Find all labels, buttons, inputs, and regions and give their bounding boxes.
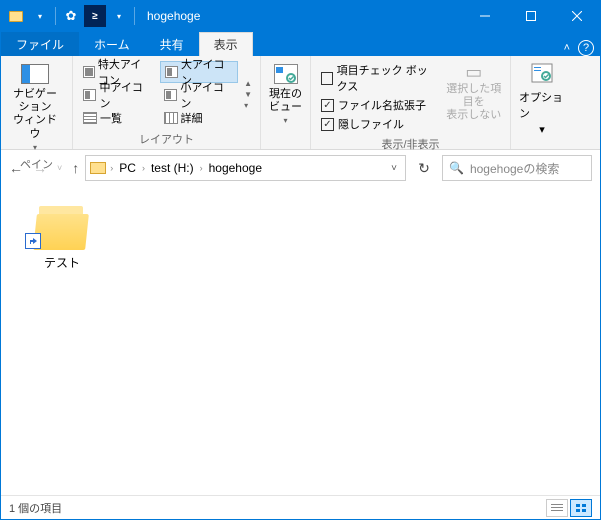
grid-icon (83, 66, 95, 78)
checkbox-icon: ✓ (321, 99, 334, 112)
details-view-toggle[interactable] (546, 499, 568, 517)
chevron-down-icon: ▾ (539, 123, 545, 136)
checkbox-icon (321, 72, 333, 85)
properties-icon[interactable]: ✿ (60, 5, 82, 27)
folder-shortcut-icon (33, 204, 91, 250)
forward-button[interactable]: → (33, 160, 47, 176)
chevron-right-icon[interactable]: › (110, 163, 113, 173)
breadcrumb-folder[interactable]: hogehoge (207, 161, 264, 175)
hide-selected-button: ▭ 選択した項目を 表示しない (444, 60, 504, 125)
scroll-down-icon[interactable]: ▼ (242, 90, 254, 99)
item-label: テスト (44, 254, 80, 271)
icons-view-toggle[interactable] (570, 499, 592, 517)
maximize-button[interactable] (508, 1, 554, 31)
ribbon-tabs: ファイル ホーム 共有 表示 ˄ ? (1, 31, 600, 56)
breadcrumb-pc[interactable]: PC (117, 161, 138, 175)
tab-home[interactable]: ホーム (79, 32, 145, 56)
details-icon (164, 112, 178, 124)
tab-share[interactable]: 共有 (145, 32, 199, 56)
options-icon (530, 62, 554, 87)
back-button[interactable]: ← (9, 160, 23, 176)
grid-icon (164, 89, 178, 101)
address-bar[interactable]: › PC › test (H:) › hogehoge ˅ (85, 155, 406, 181)
scroll-up-icon[interactable]: ▲ (242, 79, 254, 88)
address-bar-row: ← → ˅ ↑ › PC › test (H:) › hogehoge ˅ ↻ … (1, 150, 600, 186)
search-icon: 🔍 (449, 161, 464, 175)
list-item[interactable]: テスト (17, 204, 107, 271)
toolbar-dropdown-icon[interactable]: ▾ (108, 5, 130, 27)
shortcut-overlay-icon (25, 233, 41, 249)
checkbox-icon: ✓ (321, 118, 334, 131)
grid-icon (83, 89, 96, 101)
layout-small[interactable]: 小アイコン (160, 84, 239, 106)
refresh-button[interactable]: ↻ (412, 155, 436, 181)
navigation-pane-button[interactable]: ナビゲーション ウィンドウ ▾ (7, 60, 63, 154)
layout-medium[interactable]: 中アイコン (79, 84, 156, 106)
chevron-right-icon[interactable]: › (142, 163, 145, 173)
ribbon: ナビゲーション ウィンドウ ▾ ペイン 特大アイコン 大アイコン 中アイコン 小… (1, 56, 600, 150)
grid-icon (165, 66, 178, 78)
search-placeholder: hogehogeの検索 (470, 160, 559, 177)
minimize-button[interactable] (462, 1, 508, 31)
close-button[interactable] (554, 1, 600, 31)
list-icon (83, 112, 97, 124)
current-view-icon (270, 62, 302, 86)
status-count: 1 個の項目 (9, 500, 62, 516)
up-button[interactable]: ↑ (72, 160, 79, 176)
options-button[interactable]: オプション ▾ (517, 60, 567, 138)
quick-access-toolbar: ▾ ✿ ≥ ▾ (1, 5, 141, 27)
checkbox-extensions[interactable]: ✓ファイル名拡張子 (321, 97, 436, 113)
history-dropdown-icon[interactable]: ˅ (57, 163, 62, 173)
powershell-icon[interactable]: ≥ (84, 5, 106, 27)
checkbox-item-checkboxes[interactable]: 項目チェック ボックス (321, 62, 436, 94)
window-title: hogehoge (141, 9, 462, 23)
hide-icon: ▭ (465, 62, 482, 83)
layout-details[interactable]: 詳細 (160, 107, 239, 129)
chevron-down-icon: ▾ (283, 116, 287, 125)
toolbar-dropdown-icon[interactable]: ▾ (29, 5, 51, 27)
address-dropdown-icon[interactable]: ˅ (387, 163, 401, 174)
group-label-layout: レイアウト (79, 129, 254, 147)
help-icon[interactable]: ? (578, 40, 594, 56)
collapse-ribbon-icon[interactable]: ˄ (564, 42, 570, 54)
folder-icon (5, 5, 27, 27)
file-list[interactable]: テスト (1, 186, 600, 495)
checkbox-hidden[interactable]: ✓隠しファイル (321, 116, 436, 132)
folder-icon (90, 162, 106, 174)
search-input[interactable]: 🔍 hogehogeの検索 (442, 155, 592, 181)
status-bar: 1 個の項目 (1, 495, 600, 519)
layout-list[interactable]: 一覧 (79, 107, 156, 129)
tab-file[interactable]: ファイル (1, 32, 79, 56)
navigation-pane-icon (19, 62, 51, 86)
current-view-button[interactable]: 現在の ビュー ▾ (267, 60, 304, 127)
titlebar: ▾ ✿ ≥ ▾ hogehoge (1, 1, 600, 31)
tab-view[interactable]: 表示 (199, 32, 253, 56)
chevron-right-icon[interactable]: › (200, 163, 203, 173)
breadcrumb-drive[interactable]: test (H:) (149, 161, 196, 175)
scroll-more-icon[interactable]: ▾ (242, 101, 254, 110)
